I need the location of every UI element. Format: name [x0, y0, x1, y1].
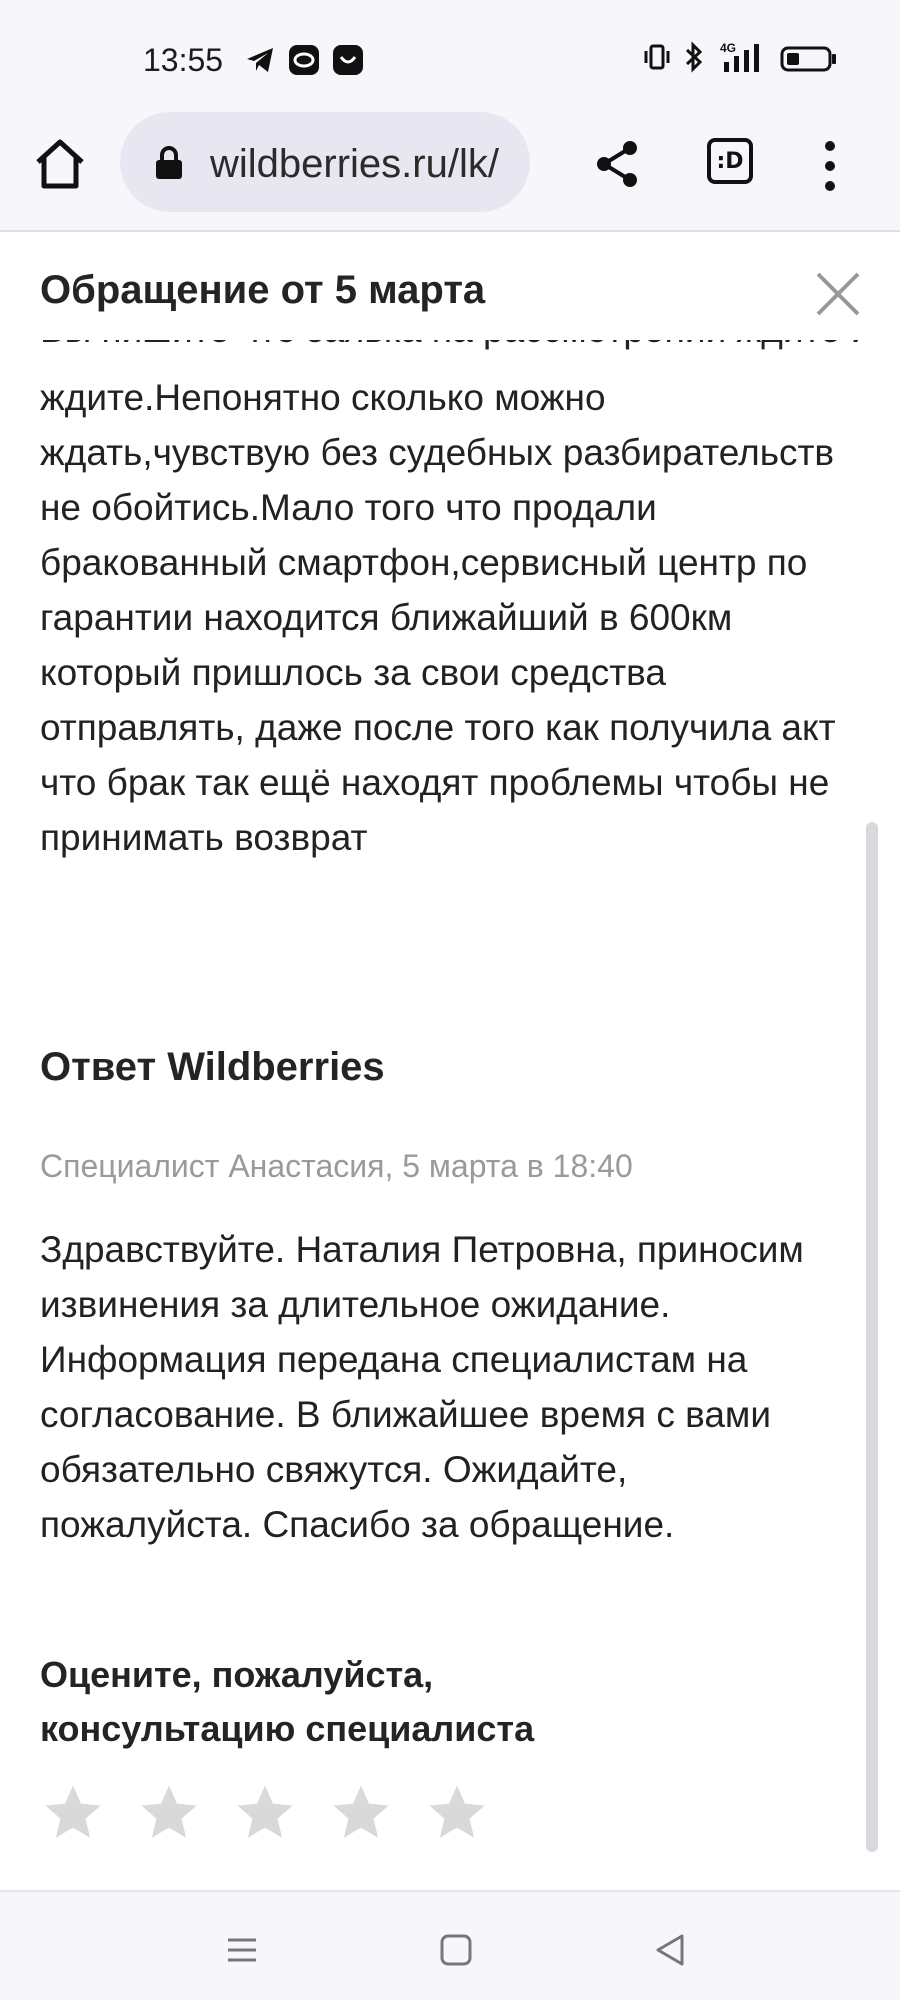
rate-heading-line1: Оцените, пожалуйста, — [40, 1654, 434, 1695]
battery-icon — [780, 40, 838, 76]
clipped-text-line: Вы пишите что заявка на рассмотрении жди… — [40, 340, 860, 357]
status-time: 13:55 — [143, 42, 224, 78]
lock-icon — [154, 146, 184, 180]
back-icon[interactable] — [650, 1930, 690, 1970]
reply-heading: Ответ Wildberries — [40, 1045, 385, 1089]
home-square-icon[interactable] — [436, 1930, 476, 1970]
address-bar[interactable]: wildberries.ru/lk/ — [120, 112, 530, 212]
star-icon[interactable] — [136, 1780, 202, 1846]
url-text: wildberries.ru/lk/ — [210, 142, 499, 186]
network-label: 4G — [720, 41, 736, 55]
smile-app-icon — [332, 44, 364, 76]
reply-text: Здравствуйте. Наталия Петровна, приносим… — [40, 1229, 804, 1545]
status-bar: 13:55 4G — [0, 0, 900, 110]
rating-stars — [40, 1780, 490, 1860]
telegram-icon — [244, 44, 276, 76]
share-icon[interactable] — [590, 136, 646, 192]
complaint-text: ждите.Непонятно сколько можно ждать,чувс… — [40, 377, 836, 858]
modal-title: Обращение от 5 марта — [40, 268, 486, 312]
scrollbar[interactable] — [866, 822, 878, 1852]
reply-meta: Специалист Анастасия, 5 марта в 18:40 — [40, 1148, 633, 1184]
star-icon[interactable] — [424, 1780, 490, 1846]
browser-toolbar: wildberries.ru/lk/ :D — [0, 110, 900, 232]
modal-content[interactable]: Вы пишите что заявка на рассмотрении жди… — [40, 340, 860, 1880]
system-nav-bar — [0, 1890, 900, 2000]
rate-heading-line2: консультацию специалиста — [40, 1708, 535, 1749]
star-icon[interactable] — [40, 1780, 106, 1846]
app-icon — [288, 44, 320, 76]
home-icon[interactable] — [30, 134, 90, 194]
vibrate-icon — [644, 40, 670, 76]
star-icon[interactable] — [232, 1780, 298, 1846]
rate-heading: Оцените, пожалуйста, консультацию специа… — [40, 1648, 740, 1756]
signal-icon: 4G — [716, 40, 768, 76]
tabs-button[interactable]: :D — [707, 138, 753, 184]
star-icon[interactable] — [328, 1780, 394, 1846]
menu-icon[interactable] — [812, 136, 848, 196]
recents-icon[interactable] — [222, 1930, 262, 1970]
close-icon[interactable] — [812, 268, 864, 320]
bluetooth-icon — [682, 40, 706, 76]
